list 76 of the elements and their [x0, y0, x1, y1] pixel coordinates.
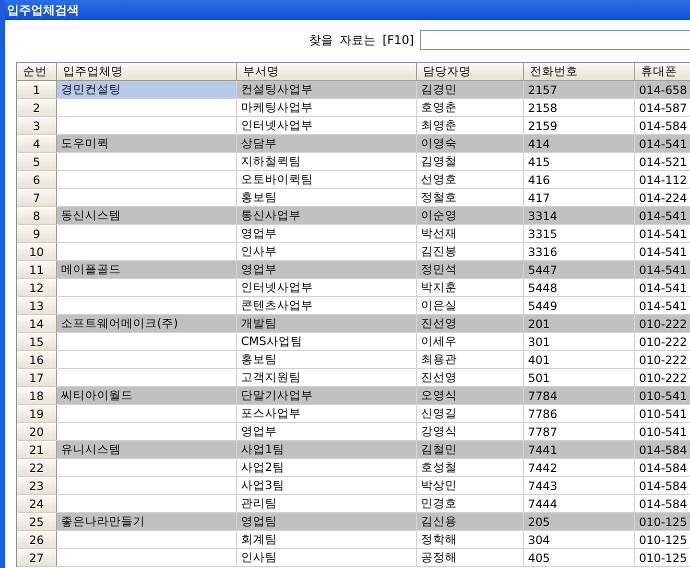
row-number[interactable]: 10 — [17, 243, 57, 260]
column-header[interactable]: 순번 — [17, 63, 57, 80]
row-number[interactable]: 18 — [17, 387, 57, 404]
row-number[interactable]: 9 — [17, 225, 57, 242]
row-number[interactable]: 1 — [17, 81, 57, 98]
phone-cell[interactable]: 5447 — [524, 261, 635, 278]
row-number[interactable]: 23 — [17, 477, 57, 494]
row-number[interactable]: 4 — [17, 135, 57, 152]
row-number[interactable]: 19 — [17, 405, 57, 422]
company-cell[interactable]: 동신시스템 — [57, 207, 237, 224]
mobile-cell[interactable]: 010-541 — [635, 387, 690, 404]
department-cell[interactable]: 영업팀 — [237, 513, 417, 530]
mobile-cell[interactable]: 010-222 — [635, 315, 690, 332]
contact-cell[interactable]: 김경민 — [417, 81, 524, 98]
company-cell[interactable]: 좋은나라만들기 — [57, 513, 237, 530]
row-number[interactable]: 17 — [17, 369, 57, 386]
row-number[interactable]: 3 — [17, 117, 57, 134]
mobile-cell[interactable]: 014-541 — [635, 135, 690, 152]
row-number[interactable]: 11 — [17, 261, 57, 278]
row-number[interactable]: 22 — [17, 459, 57, 476]
mobile-cell[interactable]: 014-541 — [635, 207, 690, 224]
department-cell[interactable]: 상담부 — [237, 135, 417, 152]
department-cell[interactable]: 사업1팀 — [237, 441, 417, 458]
phone-cell[interactable]: 3314 — [524, 207, 635, 224]
mobile-cell[interactable]: 014-541 — [635, 261, 690, 278]
company-cell[interactable]: 씨티아이월드 — [57, 387, 237, 404]
column-header[interactable]: 휴대폰 — [635, 63, 690, 80]
phone-cell[interactable]: 414 — [524, 135, 635, 152]
row-number[interactable]: 24 — [17, 495, 57, 512]
contact-cell[interactable]: 정민석 — [417, 261, 524, 278]
row-number[interactable]: 8 — [17, 207, 57, 224]
phone-cell[interactable]: 7784 — [524, 387, 635, 404]
company-cell[interactable]: 소프트웨어메이크(주) — [57, 315, 237, 332]
window-title: 입주업체검색 — [7, 2, 79, 18]
department-cell[interactable]: 통신사업부 — [237, 207, 417, 224]
search-label: 찾을 자료는 [F10] — [308, 32, 414, 48]
department-cell[interactable]: 개발팀 — [237, 315, 417, 332]
contact-cell[interactable]: 오영식 — [417, 387, 524, 404]
phone-cell[interactable]: 201 — [524, 315, 635, 332]
column-header[interactable]: 전화번호 — [524, 63, 635, 80]
contact-cell[interactable]: 김신용 — [417, 513, 524, 530]
company-cell[interactable]: 유니시스템 — [57, 441, 237, 458]
mobile-cell[interactable]: 014-658 — [635, 81, 690, 98]
row-number[interactable]: 12 — [17, 279, 57, 296]
contact-cell[interactable]: 진선영 — [417, 315, 524, 332]
phone-cell[interactable]: 7441 — [524, 441, 635, 458]
row-number[interactable]: 5 — [17, 153, 57, 170]
mobile-cell[interactable]: 010-125 — [635, 513, 690, 530]
row-number[interactable]: 20 — [17, 423, 57, 440]
department-cell[interactable]: 컨설팅사업부 — [237, 81, 417, 98]
row-number[interactable]: 21 — [17, 441, 57, 458]
row-number[interactable]: 27 — [17, 549, 57, 566]
row-number[interactable]: 14 — [17, 315, 57, 332]
row-number[interactable]: 2 — [17, 99, 57, 116]
row-number[interactable]: 16 — [17, 351, 57, 368]
department-cell[interactable]: 단말기사업부 — [237, 387, 417, 404]
company-cell[interactable]: 경민컨설팅 — [57, 81, 237, 98]
row-number[interactable]: 26 — [17, 531, 57, 548]
column-header[interactable]: 입주업체명 — [57, 63, 237, 80]
column-header[interactable]: 담당자명 — [417, 63, 524, 80]
company-cell[interactable]: 도우미퀵 — [57, 135, 237, 152]
company-cell[interactable]: 메이플골드 — [57, 261, 237, 278]
row-number[interactable]: 15 — [17, 333, 57, 350]
contact-cell[interactable]: 이영숙 — [417, 135, 524, 152]
department-cell[interactable]: 영업부 — [237, 261, 417, 278]
mobile-cell[interactable]: 014-584 — [635, 441, 690, 458]
contact-cell[interactable]: 김철민 — [417, 441, 524, 458]
contact-cell[interactable]: 이순영 — [417, 207, 524, 224]
phone-cell[interactable]: 2157 — [524, 81, 635, 98]
column-header[interactable]: 부서명 — [237, 63, 417, 80]
row-number[interactable]: 7 — [17, 189, 57, 206]
search-field[interactable] — [420, 30, 690, 50]
row-number[interactable]: 25 — [17, 513, 57, 530]
phone-cell[interactable]: 205 — [524, 513, 635, 530]
row-number[interactable]: 6 — [17, 171, 57, 188]
row-number[interactable]: 13 — [17, 297, 57, 314]
